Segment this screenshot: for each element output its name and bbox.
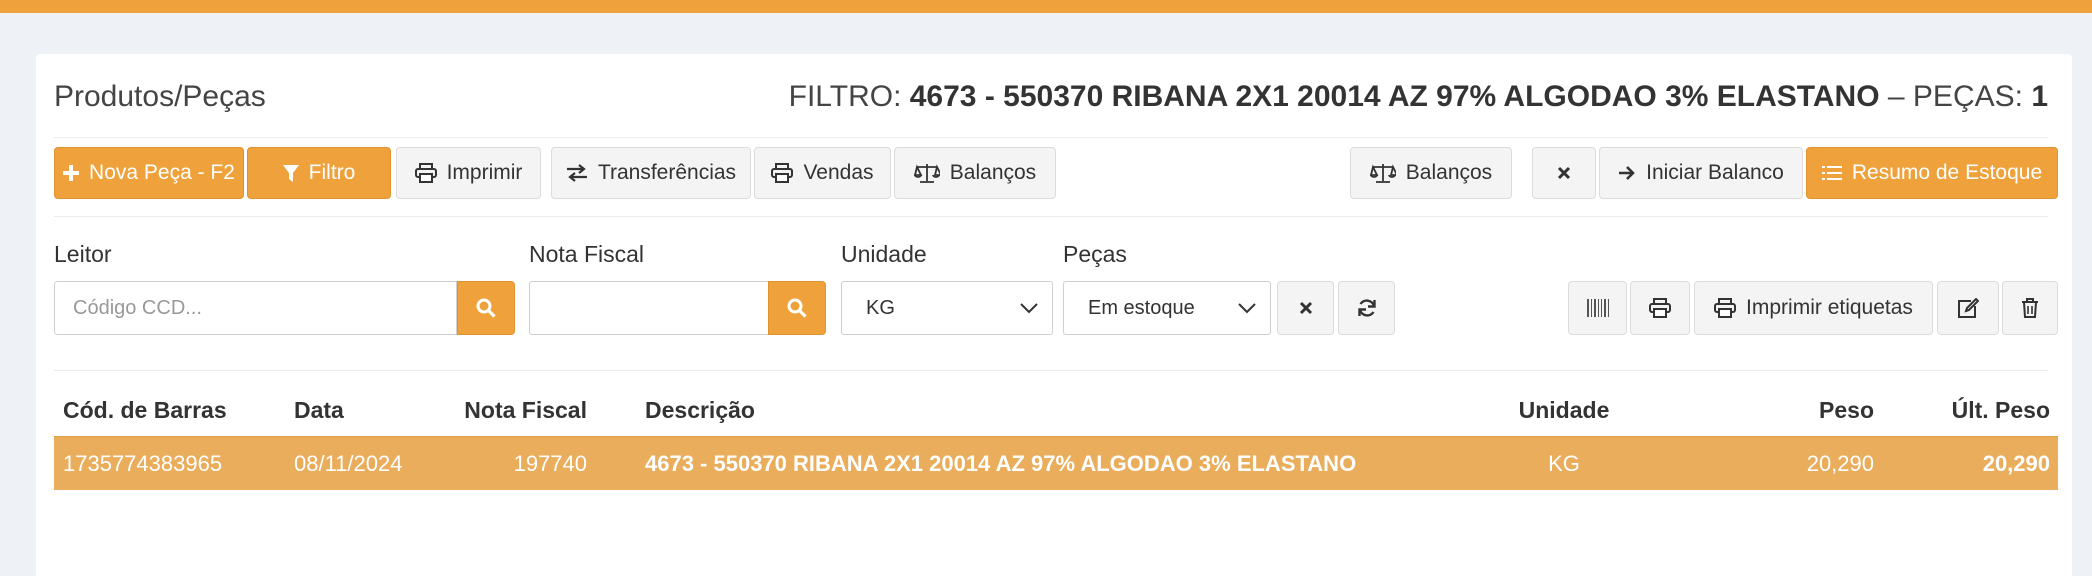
filter-icon	[282, 164, 299, 182]
filter-value: 4673 - 550370 RIBANA 2X1 20014 AZ 97% AL…	[909, 80, 1880, 113]
barcode-button[interactable]	[1568, 281, 1627, 335]
search-icon	[476, 298, 496, 318]
row-invoice: 197740	[513, 450, 587, 476]
pieces-filter-label: Peças	[1063, 241, 1127, 267]
header-divider	[54, 137, 2048, 138]
barcode-icon	[1586, 299, 1609, 317]
invoice-search-button[interactable]	[768, 281, 826, 335]
filter-summary: FILTRO: 4673 - 550370 RIBANA 2X1 20014 A…	[789, 80, 2048, 114]
print-labels-button[interactable]: Imprimir etiquetas	[1694, 281, 1933, 335]
stock-summary-button[interactable]: Resumo de Estoque	[1806, 147, 2058, 199]
toolbar-divider	[54, 216, 2048, 217]
pieces-count: 1	[2031, 80, 2048, 113]
new-piece-label: Nova Peça - F2	[89, 161, 235, 184]
filter-button[interactable]: Filtro	[247, 147, 391, 199]
pieces-label: – PEÇAS:	[1887, 80, 2023, 113]
pieces-select[interactable]: Em estoque	[1063, 281, 1271, 335]
reader-search-button[interactable]	[457, 281, 515, 335]
invoice-label: Nota Fiscal	[529, 241, 645, 267]
col-invoice[interactable]: Nota Fiscal	[407, 384, 587, 436]
col-description[interactable]: Descrição	[645, 384, 755, 436]
cancel-balance-button[interactable]	[1532, 147, 1596, 199]
reader-label: Leitor	[54, 241, 112, 267]
arrow-right-icon	[1619, 166, 1635, 180]
transfers-label: Transferências	[597, 161, 737, 184]
edit-icon	[1958, 298, 1979, 318]
delete-button[interactable]	[2002, 281, 2058, 335]
clear-filters-button[interactable]	[1277, 281, 1334, 335]
page-title: Produtos/Peças	[54, 80, 266, 113]
printer-icon	[414, 163, 437, 183]
plus-icon	[63, 165, 80, 181]
search-icon	[787, 298, 807, 318]
col-unit[interactable]: Unidade	[1484, 384, 1644, 436]
balances-right-label: Balanços	[1405, 161, 1493, 184]
start-balance-label: Iniciar Balanco	[1646, 161, 1784, 184]
reader-input[interactable]	[54, 281, 457, 335]
row-last-weight: 20,290	[1982, 450, 2050, 476]
row-unit: KG	[1548, 450, 1580, 476]
card-header: Produtos/Peças FILTRO: 4673 - 550370 RIB…	[54, 72, 2048, 122]
scale-icon	[913, 164, 940, 183]
refresh-icon	[1357, 299, 1376, 317]
exchange-icon	[566, 164, 587, 182]
printer-icon	[771, 163, 794, 183]
row-barcode: 1735774383965	[63, 450, 223, 476]
unit-label: Unidade	[841, 241, 927, 267]
chevron-down-icon	[1020, 302, 1038, 313]
unit-selected-value: KG	[866, 296, 895, 319]
print-labels-label: Imprimir etiquetas	[1746, 296, 1913, 319]
chevron-down-icon	[1238, 302, 1256, 313]
unit-select[interactable]: KG	[841, 281, 1053, 335]
transfers-button[interactable]: Transferências	[551, 147, 751, 199]
balances-label: Balanços	[949, 161, 1037, 184]
pieces-selected-value: Em estoque	[1088, 296, 1195, 319]
top-accent-bar	[0, 0, 2092, 13]
print-icon-button[interactable]	[1630, 281, 1690, 335]
row-description: 4673 - 550370 RIBANA 2X1 20014 AZ 97% AL…	[645, 450, 1357, 476]
filter-label: FILTRO:	[788, 80, 902, 113]
filters-divider	[54, 370, 2048, 371]
close-icon	[1557, 166, 1571, 180]
sales-button[interactable]: Vendas	[754, 147, 891, 199]
print-label: Imprimir	[446, 161, 523, 184]
invoice-input[interactable]	[529, 281, 770, 335]
printer-icon	[1714, 298, 1737, 318]
table-row[interactable]: 1735774383965 08/11/2024 197740 4673 - 5…	[54, 436, 2058, 490]
printer-icon	[1649, 298, 1671, 318]
pieces-table: Cód. de Barras Data Nota Fiscal Descriçã…	[54, 384, 2058, 490]
col-last-weight[interactable]: Últ. Peso	[1874, 384, 2050, 436]
filter-label-btn: Filtro	[308, 161, 356, 184]
products-card: Produtos/Peças FILTRO: 4673 - 550370 RIB…	[36, 54, 2072, 576]
balances-right-button[interactable]: Balanços	[1350, 147, 1512, 199]
col-date[interactable]: Data	[294, 384, 344, 436]
refresh-button[interactable]	[1338, 281, 1395, 335]
balances-button[interactable]: Balanços	[894, 147, 1056, 199]
trash-icon	[2022, 298, 2038, 318]
stock-summary-label: Resumo de Estoque	[1851, 161, 2043, 184]
start-balance-button[interactable]: Iniciar Balanco	[1599, 147, 1803, 199]
new-piece-button[interactable]: Nova Peça - F2	[54, 147, 244, 199]
table-header: Cód. de Barras Data Nota Fiscal Descriçã…	[54, 384, 2058, 436]
col-barcode[interactable]: Cód. de Barras	[63, 384, 227, 436]
row-weight: 20,290	[1806, 450, 1874, 476]
scale-icon	[1369, 164, 1396, 183]
close-icon	[1299, 301, 1312, 315]
row-date: 08/11/2024	[294, 450, 403, 476]
col-weight[interactable]: Peso	[1694, 384, 1874, 436]
list-icon	[1821, 166, 1842, 180]
print-button[interactable]: Imprimir	[396, 147, 541, 199]
sales-label: Vendas	[803, 161, 874, 184]
edit-button[interactable]	[1937, 281, 1999, 335]
